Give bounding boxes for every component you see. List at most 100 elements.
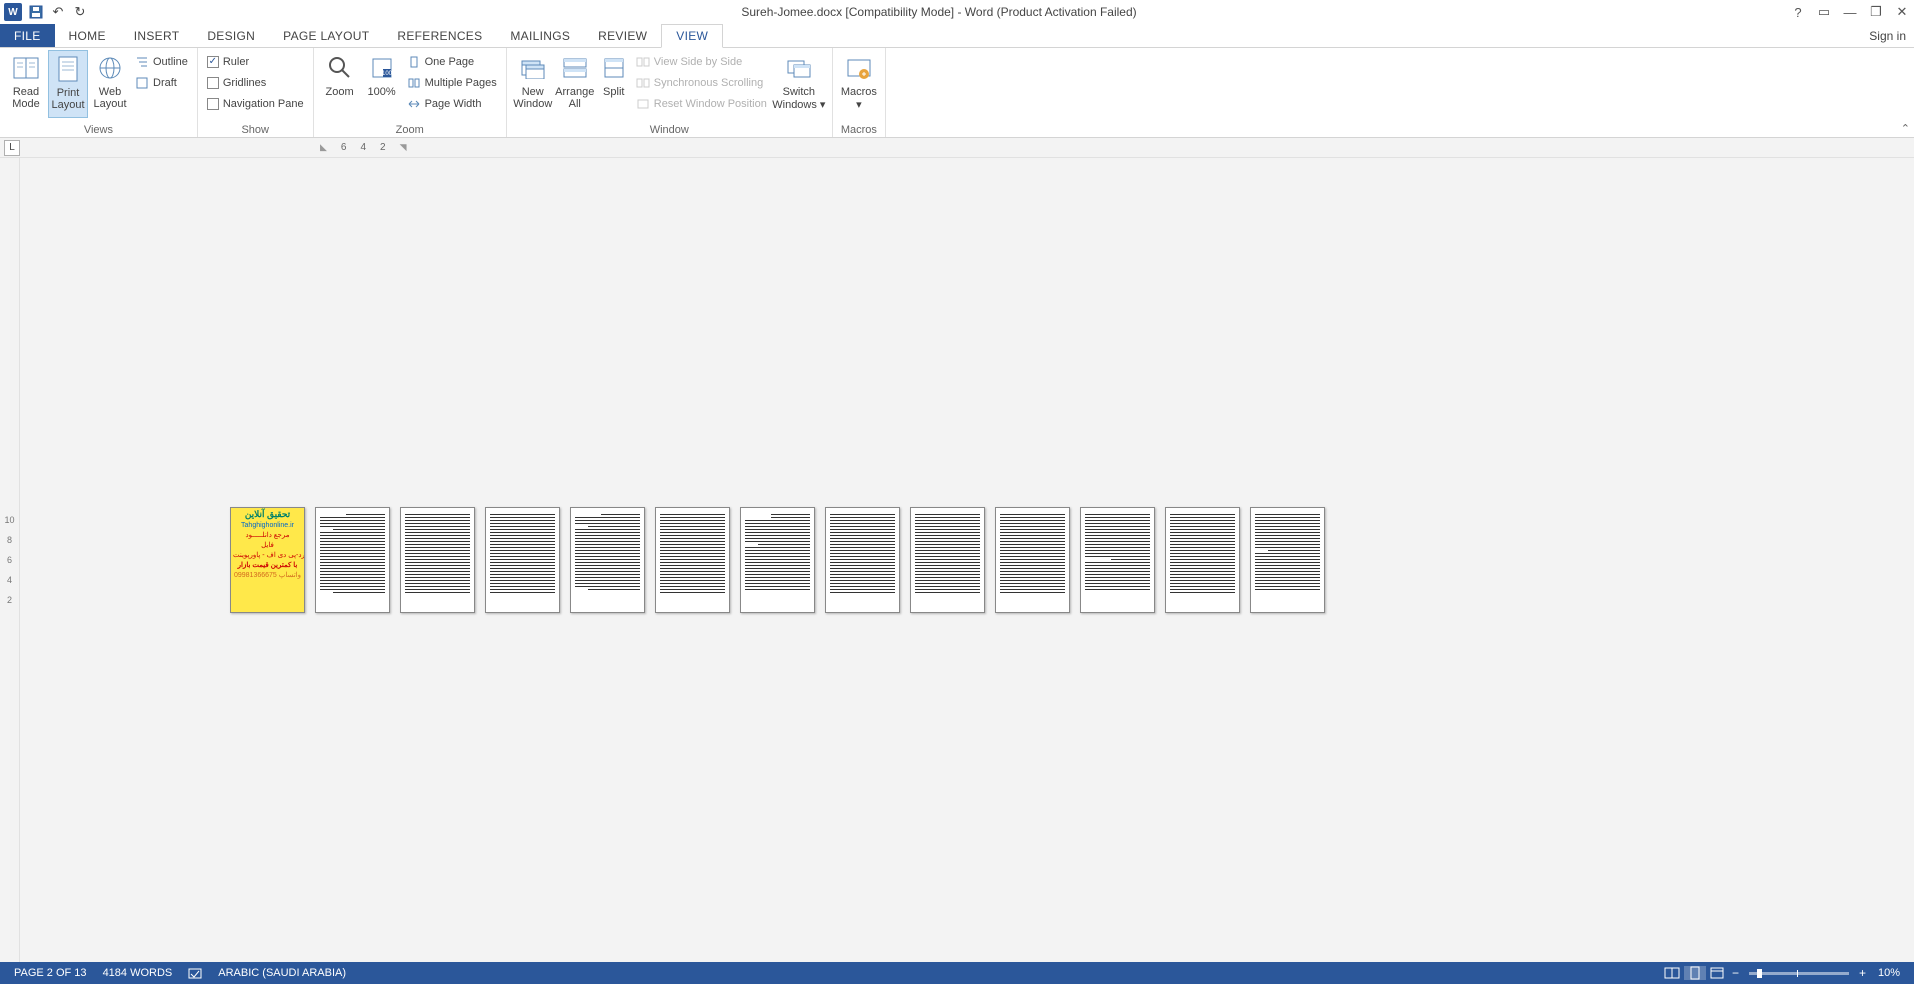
zoom-label: Zoom bbox=[326, 86, 354, 98]
reset-pos-button: Reset Window Position bbox=[633, 94, 770, 114]
read-mode-icon bbox=[10, 52, 42, 84]
vruler-mark: 8 bbox=[7, 535, 12, 545]
help-button[interactable]: ? bbox=[1790, 4, 1806, 20]
minimize-button[interactable]: — bbox=[1842, 4, 1858, 20]
page-thumbnail-4[interactable] bbox=[485, 507, 560, 613]
vruler-mark: 6 bbox=[7, 555, 12, 565]
tab-page-layout[interactable]: PAGE LAYOUT bbox=[269, 24, 383, 47]
web-layout-button[interactable]: Web Layout bbox=[90, 50, 130, 118]
group-views-label: Views bbox=[6, 124, 191, 137]
one-page-label: One Page bbox=[425, 56, 475, 68]
group-window-label: Window bbox=[513, 124, 826, 137]
zoom-out-button[interactable]: − bbox=[1728, 966, 1743, 980]
page-thumbnail-6[interactable] bbox=[655, 507, 730, 613]
print-layout-button[interactable]: Print Layout bbox=[48, 50, 88, 118]
cover-text: ورد-پی دی اف - پاورپوینت bbox=[231, 550, 304, 560]
page-thumbnail-11[interactable] bbox=[1080, 507, 1155, 613]
web-layout-view-button[interactable] bbox=[1706, 966, 1728, 980]
print-layout-view-button[interactable] bbox=[1684, 966, 1706, 980]
new-window-icon bbox=[517, 52, 549, 84]
page-thumbnail-8[interactable] bbox=[825, 507, 900, 613]
new-window-button[interactable]: New Window bbox=[513, 50, 553, 118]
vruler-mark: 4 bbox=[7, 575, 12, 585]
outline-label: Outline bbox=[153, 56, 188, 68]
document-area[interactable]: 10 8 6 4 2 تحقیق آنلاین Tahghighonline.i… bbox=[0, 158, 1914, 962]
macros-label: Macros▾ bbox=[841, 86, 877, 111]
zoom-100-button[interactable]: 100 100% bbox=[362, 50, 402, 118]
tab-mailings[interactable]: MAILINGS bbox=[496, 24, 584, 47]
page-thumbnail-3[interactable] bbox=[400, 507, 475, 613]
zoom-slider[interactable] bbox=[1749, 972, 1849, 975]
group-macros-label: Macros bbox=[839, 124, 879, 137]
nav-pane-checkbox[interactable]: Navigation Pane bbox=[204, 94, 307, 114]
save-button[interactable] bbox=[28, 4, 44, 20]
spelling-status[interactable] bbox=[180, 966, 210, 980]
undo-button[interactable]: ↶ bbox=[50, 4, 66, 20]
word-count-status[interactable]: 4184 WORDS bbox=[95, 967, 181, 979]
vertical-ruler[interactable]: 10 8 6 4 2 bbox=[0, 158, 20, 962]
horizontal-ruler[interactable]: L ◣ 6 4 2 ◥ bbox=[0, 138, 1914, 158]
read-mode-button[interactable]: Read Mode bbox=[6, 50, 46, 118]
macros-button[interactable]: Macros▾ bbox=[839, 50, 879, 118]
close-button[interactable]: ✕ bbox=[1894, 4, 1910, 20]
split-button[interactable]: Split bbox=[597, 50, 631, 118]
page-thumbnail-7[interactable] bbox=[740, 507, 815, 613]
arrange-all-label: Arrange All bbox=[555, 86, 595, 110]
page-thumbnail-1[interactable]: تحقیق آنلاین Tahghighonline.ir مرجع دانل… bbox=[230, 507, 305, 613]
tab-file[interactable]: FILE bbox=[0, 24, 55, 47]
gridlines-checkbox[interactable]: Gridlines bbox=[204, 73, 307, 93]
zoom-button[interactable]: Zoom bbox=[320, 50, 360, 118]
read-mode-view-button[interactable] bbox=[1660, 967, 1684, 979]
page-thumbnail-12[interactable] bbox=[1165, 507, 1240, 613]
outline-button[interactable]: Outline bbox=[132, 52, 191, 72]
zoom-100-label: 100% bbox=[368, 86, 396, 98]
vruler-mark: 10 bbox=[4, 515, 14, 525]
zoom-percent[interactable]: 10% bbox=[1870, 967, 1908, 979]
ruler-mark: 2 bbox=[380, 142, 386, 153]
restore-button[interactable]: ❐ bbox=[1868, 4, 1884, 20]
web-layout-icon bbox=[94, 52, 126, 84]
tab-home[interactable]: HOME bbox=[55, 24, 120, 47]
page-thumbnail-9[interactable] bbox=[910, 507, 985, 613]
draft-button[interactable]: Draft bbox=[132, 73, 191, 93]
tab-selector[interactable]: L bbox=[4, 140, 20, 156]
page-width-button[interactable]: Page Width bbox=[404, 94, 500, 114]
draft-label: Draft bbox=[153, 77, 177, 89]
language-status[interactable]: ARABIC (SAUDI ARABIA) bbox=[210, 967, 354, 979]
checkbox-icon bbox=[207, 77, 219, 89]
switch-windows-button[interactable]: Switch Windows ▾ bbox=[772, 50, 826, 118]
page-number-status[interactable]: PAGE 2 OF 13 bbox=[6, 967, 95, 979]
checkbox-icon bbox=[207, 56, 219, 68]
group-show: Ruler Gridlines Navigation Pane Show bbox=[198, 48, 314, 137]
split-icon bbox=[598, 52, 630, 84]
pages-container: تحقیق آنلاین Tahghighonline.ir مرجع دانل… bbox=[20, 158, 1914, 962]
cover-title: تحقیق آنلاین bbox=[231, 508, 304, 521]
page-thumbnail-5[interactable] bbox=[570, 507, 645, 613]
one-page-button[interactable]: One Page bbox=[404, 52, 500, 72]
page-thumbnail-13[interactable] bbox=[1250, 507, 1325, 613]
group-window: New Window Arrange All Split View Side b… bbox=[507, 48, 833, 137]
tab-review[interactable]: REVIEW bbox=[584, 24, 661, 47]
split-label: Split bbox=[603, 86, 624, 98]
nav-pane-label: Navigation Pane bbox=[223, 98, 304, 110]
tab-view[interactable]: VIEW bbox=[661, 24, 723, 48]
ribbon-options-button[interactable]: ▭ bbox=[1816, 4, 1832, 20]
sign-in-link[interactable]: Sign in bbox=[1861, 24, 1914, 47]
page-thumbnail-2[interactable] bbox=[315, 507, 390, 613]
sync-scroll-button: Synchronous Scrolling bbox=[633, 73, 770, 93]
quick-access-toolbar: W ↶ ↻ bbox=[4, 3, 88, 21]
tab-references[interactable]: REFERENCES bbox=[383, 24, 496, 47]
tab-insert[interactable]: INSERT bbox=[120, 24, 194, 47]
tab-design[interactable]: DESIGN bbox=[193, 24, 269, 47]
page-thumbnail-10[interactable] bbox=[995, 507, 1070, 613]
arrange-all-button[interactable]: Arrange All bbox=[555, 50, 595, 118]
multiple-pages-button[interactable]: Multiple Pages bbox=[404, 73, 500, 93]
title-bar: W ↶ ↻ Sureh-Jomee.docx [Compatibility Mo… bbox=[0, 0, 1914, 24]
redo-button[interactable]: ↻ bbox=[72, 4, 88, 20]
gridlines-label: Gridlines bbox=[223, 77, 266, 89]
status-bar: PAGE 2 OF 13 4184 WORDS ARABIC (SAUDI AR… bbox=[0, 962, 1914, 984]
zoom-icon bbox=[324, 52, 356, 84]
collapse-ribbon-button[interactable]: ⌃ bbox=[1901, 122, 1910, 135]
ruler-checkbox[interactable]: Ruler bbox=[204, 52, 307, 72]
zoom-in-button[interactable]: + bbox=[1855, 966, 1870, 980]
